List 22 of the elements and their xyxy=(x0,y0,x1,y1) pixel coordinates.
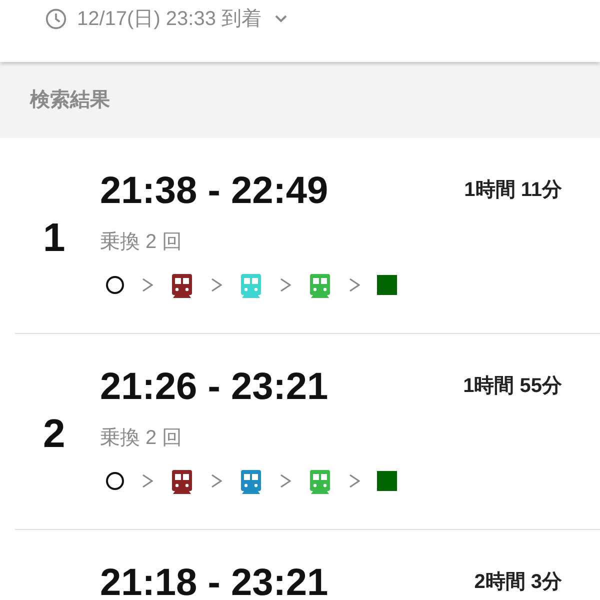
duration: 1時間 55分 xyxy=(463,376,562,396)
time-range: 21:38 - 22:49 xyxy=(100,172,328,210)
transfer-count: 乗換 2 回 xyxy=(100,426,182,450)
time-range: 21:18 - 23:21 xyxy=(100,564,328,600)
chevron-right-icon xyxy=(280,278,291,292)
duration: 1時間 11分 xyxy=(464,180,562,200)
chevron-right-icon xyxy=(211,278,222,292)
duration: 2時間 3分 xyxy=(474,572,562,592)
circle-icon xyxy=(105,471,125,491)
chevron-right-icon xyxy=(280,474,291,488)
chevron-right-icon xyxy=(142,278,153,292)
transfer-count: 乗換 2 回 xyxy=(100,230,182,254)
chevron-right-icon xyxy=(349,278,360,292)
result-number: 1 xyxy=(43,215,66,262)
clock-icon xyxy=(45,8,67,30)
chevron-right-icon xyxy=(142,474,153,488)
result-number: 2 xyxy=(43,411,66,458)
time-range: 21:26 - 23:21 xyxy=(100,368,328,406)
chevron-right-icon xyxy=(349,474,360,488)
circle-icon xyxy=(105,275,125,295)
chevron-right-icon xyxy=(211,474,222,488)
section-title: 検索結果 xyxy=(30,88,110,113)
